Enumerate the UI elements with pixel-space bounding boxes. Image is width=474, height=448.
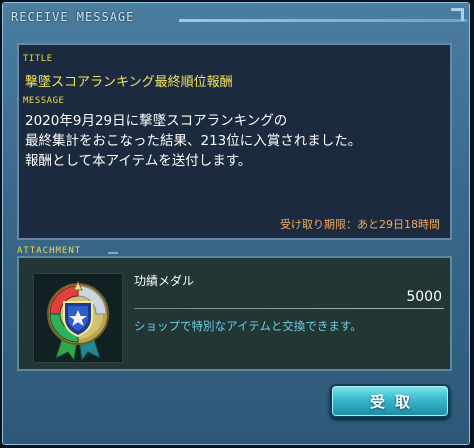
message-label: MESSAGE [23, 96, 65, 106]
window-title: RECEIVE MESSAGE [11, 10, 135, 24]
item-count: 5000 [406, 289, 442, 305]
medal-icon [33, 273, 123, 363]
item-divider [134, 308, 444, 309]
attachment-label: ATTACHMENT [17, 246, 82, 256]
attachment-panel: 功績メダル 5000 ショップで特別なアイテムと交換できます。 [17, 256, 452, 371]
item-description: ショップで特別なアイテムと交換できます。 [134, 319, 362, 333]
receive-deadline: 受け取り期限：あと29日18時間 [280, 218, 440, 231]
message-title: 撃墜スコアランキング最終順位報酬 [25, 75, 233, 90]
message-line: 最終集計をおこなった結果、213位に入賞されました。 [25, 133, 362, 149]
message-line: 2020年9月29日に撃墜スコアランキングの [25, 113, 288, 129]
window-corner-decoration [451, 8, 464, 21]
title-label: TITLE [23, 54, 53, 64]
message-panel: TITLE 撃墜スコアランキング最終順位報酬 MESSAGE 2020年9月29… [17, 43, 452, 240]
title-bar-line [179, 19, 467, 22]
attachment-label-line [108, 252, 118, 254]
receive-button-label: 受取 [369, 392, 420, 411]
item-name: 功績メダル [134, 274, 195, 288]
receive-button[interactable]: 受取 [330, 384, 450, 418]
message-body: 2020年9月29日に撃墜スコアランキングの 最終集計をおこなった結果、213位… [25, 111, 361, 171]
message-line: 報酬として本アイテムを送付します。 [25, 153, 252, 169]
